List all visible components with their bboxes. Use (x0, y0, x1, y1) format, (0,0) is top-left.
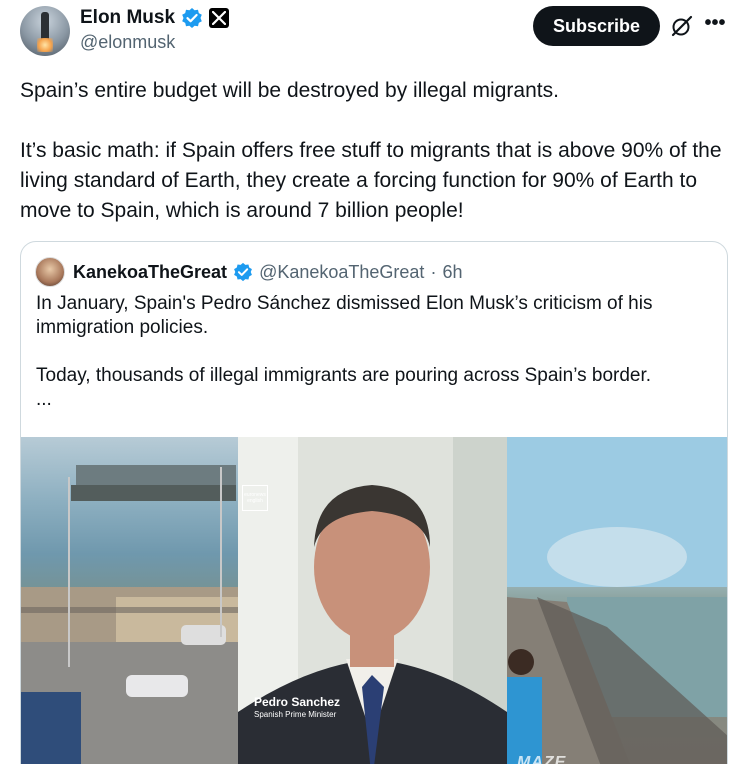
quoted-author-avatar[interactable] (35, 257, 65, 287)
media-panel-shore: MAZE (507, 437, 727, 764)
broadcaster-logo: euronews english (242, 485, 268, 511)
media-panel-promenade (21, 437, 238, 764)
quoted-text-paragraph: Today, thousands of illegal immigrants a… (36, 365, 652, 386)
post-text-paragraph: It’s basic math: if Spain offers free st… (20, 139, 722, 222)
subscribe-button[interactable]: Subscribe (533, 6, 660, 46)
rocket-flame-image (37, 38, 53, 52)
author-display-name[interactable]: Elon Musk (80, 7, 175, 29)
verified-badge-icon (182, 8, 202, 28)
post-text: Spain’s entire budget will be destroyed … (20, 76, 732, 226)
author-name-row: Elon Musk (80, 6, 230, 30)
quoted-post-time[interactable]: 6h (442, 262, 462, 283)
media-panel-portrait: euronews english Pedro Sanchez Spanish P… (238, 437, 507, 764)
quoted-post[interactable]: KanekoaTheGreat @KanekoaTheGreat · 6h In… (20, 241, 728, 764)
quoted-media[interactable]: euronews english Pedro Sanchez Spanish P… (21, 437, 727, 764)
more-options-icon[interactable]: ••• (704, 13, 726, 38)
x-affiliation-icon (209, 8, 230, 28)
quoted-author-name[interactable]: KanekoaTheGreat (73, 262, 227, 283)
speaker-caption-name: Pedro Sanchez (254, 695, 341, 709)
quoted-text-paragraph: In January, Spain's Pedro Sánchez dismis… (36, 293, 653, 338)
rocket-image (41, 12, 49, 40)
speaker-caption: Pedro Sanchez Spanish Prime Minister (254, 695, 340, 719)
quoted-author-handle[interactable]: @KanekoaTheGreat (259, 262, 424, 283)
author-avatar[interactable] (20, 6, 70, 56)
shore-crowd-image (507, 437, 727, 764)
promenade-scene-image (21, 465, 238, 764)
video-watermark: MAZE (517, 754, 567, 764)
quoted-text-ellipsis: ... (36, 389, 52, 410)
speaker-caption-title: Spanish Prime Minister (254, 710, 337, 719)
separator-dot: · (430, 261, 437, 282)
grok-icon[interactable] (670, 14, 694, 38)
post-text-paragraph: Spain’s entire budget will be destroyed … (20, 79, 559, 102)
quoted-post-text: In January, Spain's Pedro Sánchez dismis… (36, 292, 716, 412)
author-handle[interactable]: @elonmusk (80, 32, 175, 53)
verified-badge-icon (234, 262, 252, 282)
quoted-post-header: KanekoaTheGreat @KanekoaTheGreat · 6h (35, 256, 462, 288)
